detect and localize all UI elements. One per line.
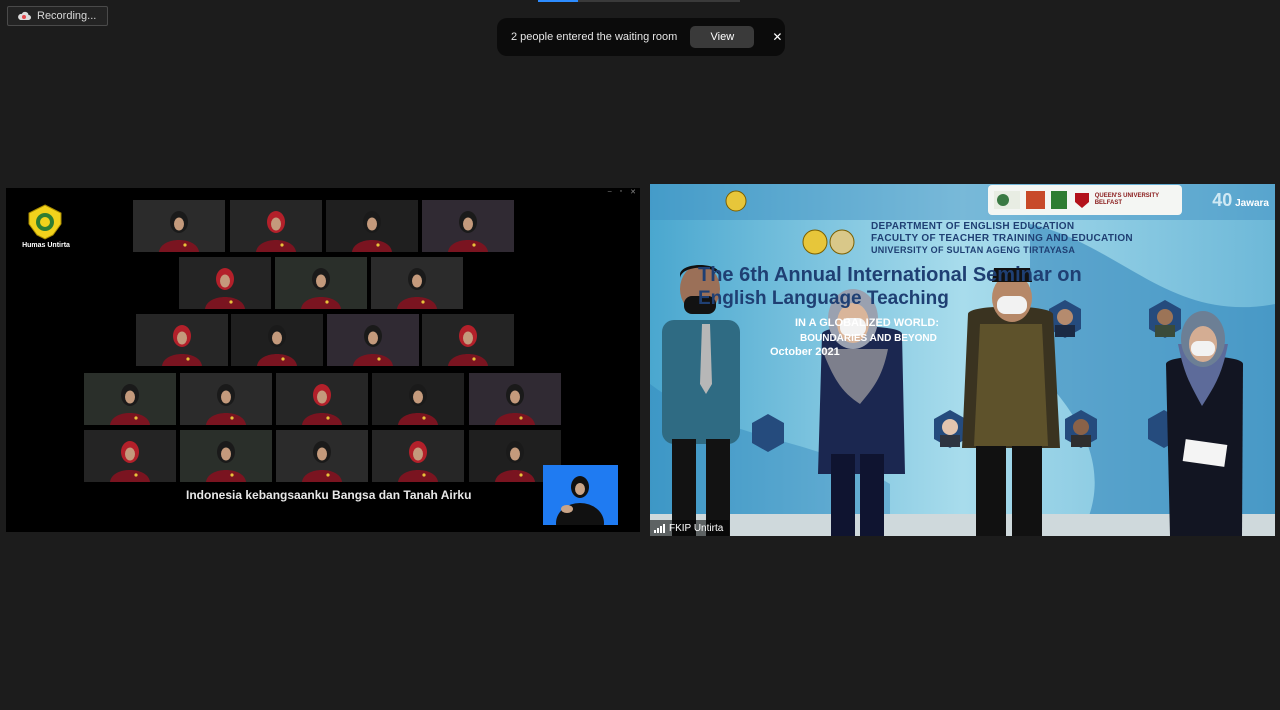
video-caption: Indonesia kebangsaanku Bangsa dan Tanah …: [186, 488, 472, 502]
partner-logo-icon: [1075, 193, 1089, 208]
banner-theme: IN A GLOBALIZED WORLD:: [795, 317, 939, 329]
participant-tile: [179, 257, 271, 309]
partner-logos: QUEEN'S UNIVERSITY BELFAST: [988, 185, 1182, 215]
recording-indicator[interactable]: Recording...: [7, 6, 108, 26]
participant-tile: [276, 373, 368, 425]
participant-tile: [327, 314, 419, 366]
banner-title: The 6th Annual International Seminar on: [698, 264, 1082, 286]
participant-tile: [326, 200, 418, 252]
shared-window-controls: – ▫ ✕: [608, 188, 636, 196]
left-video-panel[interactable]: – ▫ ✕ Humas Untirta Indonesia kebangsaan…: [6, 188, 640, 532]
university-logo-icon: [28, 204, 62, 240]
banner-university: UNIVERSITY OF SULTAN AGENG TIRTAYASA: [871, 245, 1076, 255]
banner-theme-sub: BOUNDARIES AND BEYOND: [800, 333, 937, 344]
participant-tile: [469, 373, 561, 425]
participant-name: FKIP Untirta: [669, 522, 724, 534]
participant-tile: [231, 314, 323, 366]
waiting-room-notification: 2 people entered the waiting room View ✕: [497, 18, 785, 56]
banner-faculty: FACULTY OF TEACHER TRAINING AND EDUCATIO…: [871, 233, 1133, 244]
brand-mark: 40 Jawara: [1212, 190, 1269, 211]
participant-tile: [372, 373, 464, 425]
partner-logo-icon: [1026, 191, 1046, 209]
top-progress-bar: [538, 0, 740, 2]
banner-date: October 2021: [770, 346, 840, 358]
participant-tile: [230, 200, 322, 252]
participant-tile: [180, 373, 272, 425]
partner-name: QUEEN'S UNIVERSITY BELFAST: [1094, 193, 1160, 206]
participant-tile: [372, 430, 464, 482]
participant-name-tag: FKIP Untirta: [650, 520, 730, 536]
restore-icon: ▫: [619, 188, 623, 195]
participant-tile: [422, 200, 514, 252]
top-progress-fill: [538, 0, 579, 2]
participant-tile: [180, 430, 272, 482]
participant-tile: [276, 430, 368, 482]
participant-tile: [84, 430, 176, 482]
banner-subtitle: English Language Teaching: [698, 288, 949, 309]
cloud-record-icon: [18, 11, 31, 20]
notification-message: 2 people entered the waiting room: [511, 31, 678, 43]
channel-logo-label: Humas Untirta: [22, 242, 70, 249]
banner-department: DEPARTMENT OF ENGLISH EDUCATION: [871, 221, 1075, 232]
participant-tile: [275, 257, 367, 309]
signal-icon: [654, 523, 665, 533]
view-button[interactable]: View: [690, 26, 755, 48]
brand-number: 40: [1212, 190, 1233, 210]
participant-tile: [422, 314, 514, 366]
recording-label: Recording...: [37, 10, 97, 22]
sign-language-interpreter: [543, 465, 618, 525]
participant-tile: [136, 314, 228, 366]
right-video-panel[interactable]: DEPARTMENT OF ENGLISH EDUCATION FACULTY …: [650, 184, 1275, 536]
partner-logo-icon: [994, 191, 1021, 209]
participant-tile: [84, 373, 176, 425]
minimize-icon: –: [607, 188, 612, 195]
close-icon[interactable]: ✕: [770, 30, 784, 44]
participant-tile: [133, 200, 225, 252]
participant-tile: [371, 257, 463, 309]
brand-name: Jawara: [1235, 198, 1269, 209]
partner-logo-icon: [1051, 191, 1067, 209]
close-window-icon: ✕: [630, 189, 636, 196]
